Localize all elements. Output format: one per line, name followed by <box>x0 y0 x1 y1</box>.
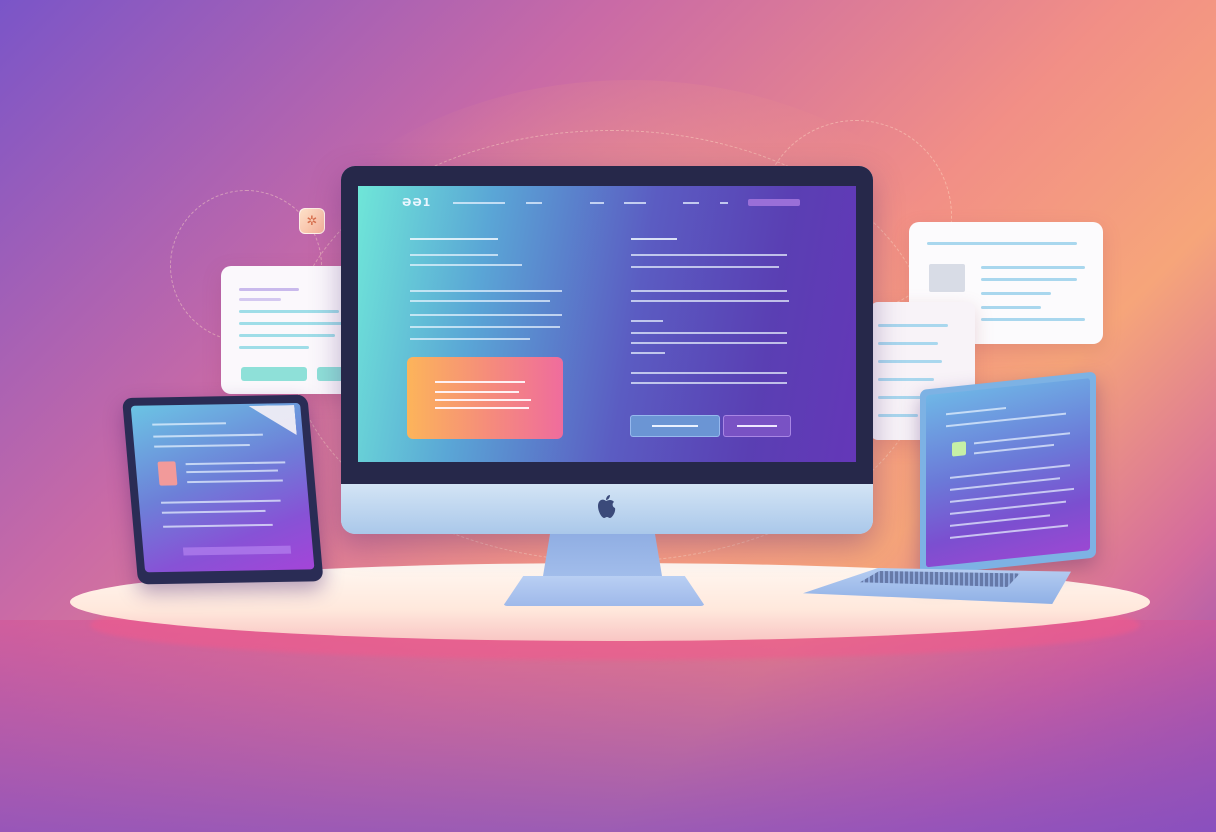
illustration-scene: ✲ ƏƏ1 <box>0 0 1216 832</box>
tablet-device <box>122 394 324 585</box>
text-line <box>154 443 250 448</box>
page-fold <box>248 405 296 436</box>
text-line <box>631 320 663 322</box>
monitor-screen: ƏƏ1 <box>358 186 856 462</box>
nav-item[interactable] <box>453 202 505 204</box>
text-line <box>187 479 283 483</box>
text-line <box>631 266 779 268</box>
feature-card-line <box>435 399 531 401</box>
card-text-line <box>878 360 942 363</box>
text-line <box>410 338 530 340</box>
text-line <box>950 477 1060 491</box>
text-line <box>153 433 263 438</box>
nav-item[interactable] <box>590 202 604 204</box>
laptop-device <box>920 371 1096 576</box>
text-line <box>410 314 562 316</box>
feature-card-line <box>435 381 525 383</box>
card-text-line <box>878 324 948 327</box>
text-line <box>950 464 1070 479</box>
laptop-screen <box>926 378 1090 568</box>
tablet-screen <box>130 402 315 573</box>
feature-card-line <box>435 391 519 393</box>
card-text-line <box>981 292 1051 295</box>
text-line <box>631 254 787 256</box>
text-line <box>185 461 286 465</box>
text-line <box>950 487 1074 503</box>
apple-logo-icon <box>598 495 616 518</box>
tablet-footer-bar <box>182 545 292 556</box>
primary-button[interactable] <box>630 415 720 437</box>
image-thumbnail <box>157 461 178 486</box>
card-text-line <box>239 346 309 349</box>
secondary-button[interactable] <box>723 415 791 437</box>
nav-item[interactable] <box>720 202 728 204</box>
card-text-line <box>981 266 1085 269</box>
text-line <box>186 469 279 473</box>
card-text-line <box>878 342 938 345</box>
monitor-bezel: ƏƏ1 <box>341 166 873 484</box>
card-text-line <box>239 310 339 313</box>
text-line <box>160 499 281 504</box>
card-text-line <box>878 414 918 417</box>
card-text-line <box>981 278 1077 281</box>
heading-left <box>410 238 498 240</box>
text-line <box>631 382 787 384</box>
card-heading-line <box>239 288 299 291</box>
feature-card-line <box>435 407 529 409</box>
button-label-line <box>652 425 698 427</box>
site-logo[interactable]: ƏƏ1 <box>402 196 431 209</box>
card-text-line <box>239 334 335 337</box>
card-heading-line <box>927 242 1077 245</box>
nav-item[interactable] <box>526 202 542 204</box>
text-line <box>950 524 1068 539</box>
button-label-line <box>737 425 777 427</box>
monitor-stand-base <box>503 576 705 606</box>
card-text-line <box>981 306 1041 309</box>
text-line <box>631 342 787 344</box>
text-line <box>152 422 227 426</box>
text-line <box>950 514 1050 527</box>
text-line <box>631 372 787 374</box>
card-text-line <box>981 318 1085 321</box>
nav-item[interactable] <box>683 202 699 204</box>
nav-item[interactable] <box>624 202 646 204</box>
text-line <box>631 300 789 302</box>
text-line <box>950 500 1066 515</box>
card-button <box>241 367 307 381</box>
feature-card[interactable] <box>407 357 563 439</box>
text-line <box>410 254 498 256</box>
card-text-line <box>239 298 281 301</box>
card-text-line <box>878 378 934 381</box>
sparkle-icon: ✲ <box>299 208 325 234</box>
nav-cta-button[interactable] <box>748 199 800 206</box>
text-line <box>410 326 560 328</box>
text-line <box>631 352 665 354</box>
text-line <box>410 290 562 292</box>
desktop-monitor: ƏƏ1 <box>341 166 873 534</box>
monitor-chin <box>341 484 873 534</box>
image-thumbnail <box>929 264 965 292</box>
text-line <box>974 443 1054 454</box>
text-line <box>946 412 1066 427</box>
text-line <box>161 509 266 514</box>
text-line <box>631 332 787 334</box>
text-line <box>410 264 522 266</box>
text-line <box>410 300 550 302</box>
heading-right <box>631 238 677 240</box>
image-thumbnail <box>952 441 966 457</box>
text-line <box>974 432 1070 444</box>
text-line <box>163 523 273 528</box>
text-line <box>946 406 1006 415</box>
card-text-line <box>239 322 349 325</box>
text-line <box>631 290 787 292</box>
